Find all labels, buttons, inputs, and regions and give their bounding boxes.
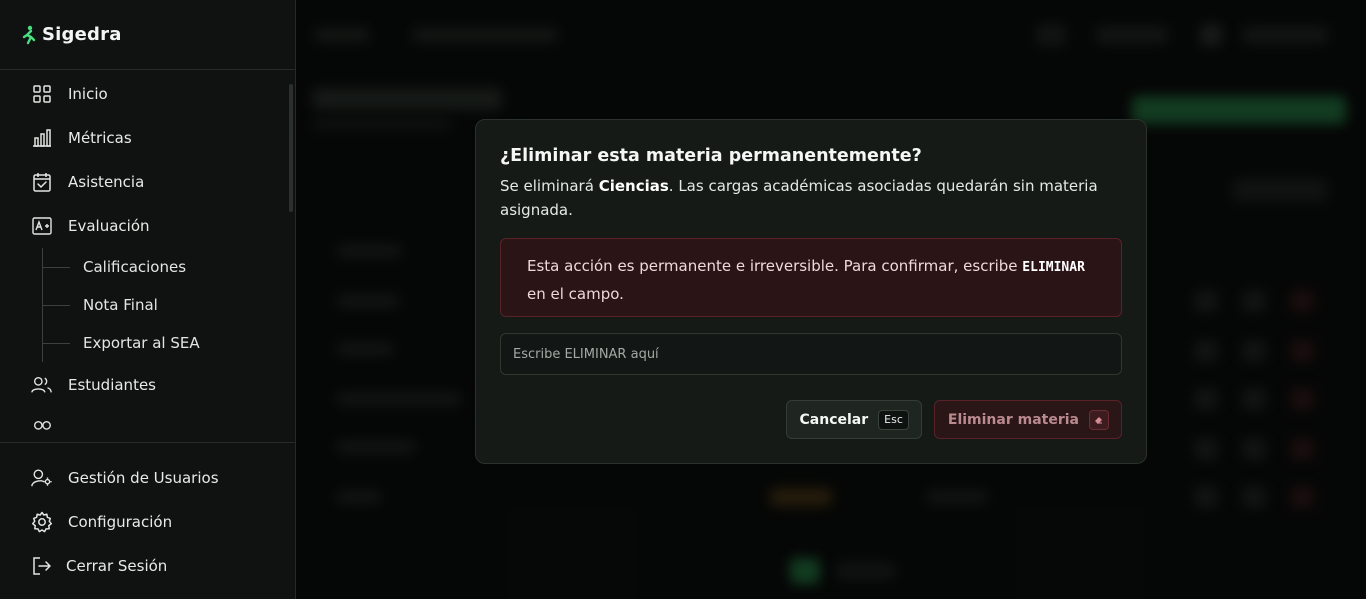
sidebar-item-label: Cerrar Sesión	[66, 557, 168, 575]
grade-icon	[31, 215, 53, 237]
sidebar-item-label: Estudiantes	[68, 376, 156, 394]
irreversible-warning: Esta acción es permanente e irreversible…	[500, 238, 1122, 317]
cancel-label: Cancelar	[799, 411, 869, 428]
evaluacion-submenu: Calificaciones Nota Final Exportar al SE…	[42, 248, 290, 362]
esc-shortcut-badge: Esc	[878, 409, 909, 430]
sidebar-item-label: Evaluación	[68, 217, 150, 235]
brand-name: Sigedra	[42, 24, 122, 45]
sidebar-item-estudiantes[interactable]: Estudiantes	[0, 363, 290, 407]
dialog-actions: Cancelar Esc Eliminar materia	[785, 400, 1122, 439]
sidebar-subitem-calificaciones[interactable]: Calificaciones	[42, 248, 290, 286]
sidebar: Sigedra Inicio Métricas Asistencia Evalu…	[0, 0, 296, 599]
sidebar-item-label: Configuración	[68, 513, 173, 531]
user-gear-icon	[31, 467, 53, 489]
bar-chart-icon	[31, 127, 53, 149]
eraser-icon	[1089, 409, 1109, 430]
sidebar-item-asistencia[interactable]: Asistencia	[0, 160, 290, 204]
subject-name: Ciencias	[598, 177, 669, 195]
logout-icon	[31, 555, 53, 577]
runner-logo-icon	[22, 25, 36, 44]
warning-suffix: en el campo.	[527, 285, 624, 303]
dialog-title: ¿Eliminar esta materia permanentemente?	[500, 146, 922, 166]
delete-subject-dialog: ¿Eliminar esta materia permanentemente? …	[475, 119, 1147, 464]
sidebar-item-configuracion[interactable]: Configuración	[0, 500, 295, 544]
sidebar-item-partial[interactable]	[0, 407, 290, 440]
sidebar-item-label: Métricas	[68, 129, 132, 147]
sidebar-item-gestion-usuarios[interactable]: Gestión de Usuarios	[0, 456, 295, 500]
grid-icon	[31, 83, 53, 105]
confirm-input[interactable]	[500, 333, 1122, 375]
gear-icon	[31, 511, 53, 533]
sidebar-bottom: Gestión de Usuarios Configuración Cerrar…	[0, 442, 295, 588]
sidebar-subitem-nota-final[interactable]: Nota Final	[42, 286, 290, 324]
brand[interactable]: Sigedra	[0, 0, 295, 70]
sidebar-nav: Inicio Métricas Asistencia Evaluación Ca…	[0, 72, 290, 440]
calendar-check-icon	[31, 171, 53, 193]
users-icon	[31, 418, 53, 440]
desc-prefix: Se eliminará	[500, 177, 599, 195]
users-icon	[31, 374, 53, 396]
sidebar-item-evaluacion[interactable]: Evaluación	[0, 204, 290, 248]
confirm-keyword: ELIMINAR	[1022, 260, 1085, 275]
delete-label: Eliminar materia	[947, 411, 1079, 428]
sidebar-item-label: Gestión de Usuarios	[68, 469, 219, 487]
warning-prefix: Esta acción es permanente e irreversible…	[527, 257, 1023, 275]
sidebar-item-inicio[interactable]: Inicio	[0, 72, 290, 116]
sidebar-item-label: Inicio	[68, 85, 108, 103]
dialog-description: Se eliminará Ciencias. Las cargas académ…	[500, 174, 1100, 222]
cancel-button[interactable]: Cancelar Esc	[785, 400, 922, 439]
sidebar-item-label: Asistencia	[68, 173, 145, 191]
sidebar-scrollbar[interactable]	[289, 84, 293, 212]
sidebar-item-cerrar-sesion[interactable]: Cerrar Sesión	[0, 544, 295, 588]
delete-subject-button[interactable]: Eliminar materia	[933, 400, 1122, 439]
sidebar-item-metricas[interactable]: Métricas	[0, 116, 290, 160]
sidebar-subitem-exportar-sea[interactable]: Exportar al SEA	[42, 324, 290, 362]
